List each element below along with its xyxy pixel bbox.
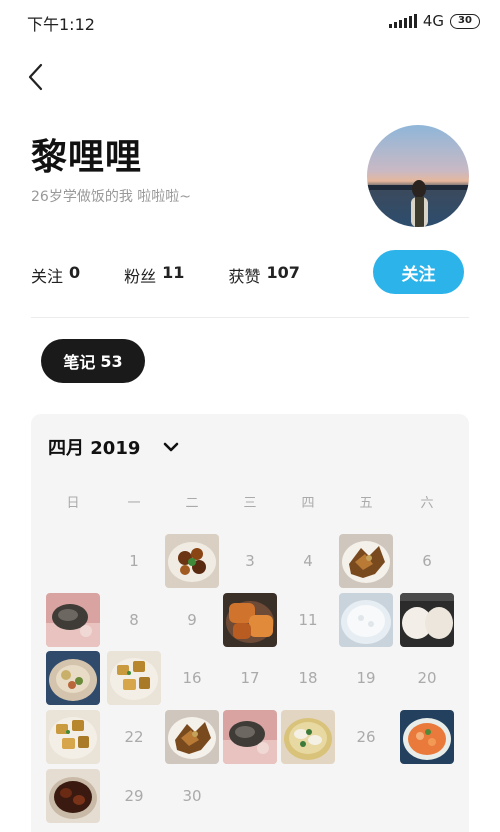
day-photo-glazed-pork[interactable] (223, 593, 277, 647)
day-photo-braised-meat[interactable] (165, 534, 219, 588)
stat-label: 粉丝 (124, 267, 157, 286)
back-icon[interactable] (24, 60, 50, 94)
tab-notes[interactable]: 笔记 53 (41, 339, 145, 383)
stat-value: 107 (266, 263, 300, 282)
stat-following[interactable]: 关注 0 (31, 263, 80, 287)
tab-notes-count: 53 (100, 351, 123, 371)
stat-label: 关注 (31, 267, 64, 286)
day-photo-rice[interactable] (339, 593, 393, 647)
follow-button[interactable]: 关注 (373, 250, 464, 294)
day-photo-cola-wings[interactable] (46, 769, 100, 823)
day-photo-stir-fry[interactable] (165, 710, 219, 764)
day-photo-noodles[interactable] (46, 651, 100, 705)
battery-icon: 30 (450, 13, 480, 29)
day-cell[interactable]: 29 (107, 769, 161, 823)
day-photo-stir-fry[interactable] (339, 534, 393, 588)
month-selector[interactable]: 四月 2019 (48, 434, 180, 460)
divider (31, 317, 469, 318)
day-photo-fish[interactable] (46, 593, 100, 647)
calendar-card: 四月 2019 日 一 二 三 四 五 六 1 3 4 6 8 9 11 16 17 18 19 20 22 26 29… (31, 414, 469, 832)
day-cell[interactable]: 6 (400, 534, 454, 588)
network-label: 4G (422, 12, 444, 30)
profile-name: 黎哩哩 (31, 137, 143, 178)
day-cell[interactable]: 16 (165, 651, 219, 705)
signal-icon (388, 14, 417, 28)
profile-stats: 关注 0 粉丝 11 获赞 107 (31, 263, 344, 287)
weekday-label: 一 (127, 496, 141, 511)
weekday-label: 四 (301, 496, 315, 511)
day-cell[interactable]: 30 (165, 769, 219, 823)
tab-notes-label: 笔记 (63, 353, 96, 372)
stat-value: 0 (69, 263, 81, 282)
day-cell[interactable]: 8 (107, 593, 161, 647)
month-label: 四月 2019 (48, 438, 141, 459)
day-cell[interactable]: 4 (281, 534, 335, 588)
day-photo-potatoes[interactable] (107, 651, 161, 705)
weekday-label: 日 (66, 496, 80, 511)
day-cell[interactable]: 22 (107, 710, 161, 764)
profile-bio: 26岁学做饭的我 啦啦啦~ (31, 189, 191, 205)
status-icons: 4G 30 (388, 12, 480, 30)
day-cell[interactable]: 19 (339, 651, 393, 705)
day-photo-fish[interactable] (223, 710, 277, 764)
status-bar: 下午1:12 4G 30 (0, 0, 500, 42)
day-cell[interactable]: 11 (281, 593, 335, 647)
weekday-label: 三 (243, 496, 257, 511)
stat-label: 获赞 (228, 267, 261, 286)
day-cell[interactable]: 1 (107, 534, 161, 588)
stat-value: 11 (162, 263, 185, 282)
weekday-label: 五 (359, 496, 373, 511)
day-photo-soup[interactable] (400, 710, 454, 764)
day-cell[interactable]: 17 (223, 651, 277, 705)
day-cell[interactable]: 18 (281, 651, 335, 705)
stat-likes: 获赞 107 (228, 263, 299, 287)
day-cell[interactable]: 26 (339, 710, 393, 764)
chevron-down-icon (164, 442, 179, 452)
day-photo-potatoes[interactable] (46, 710, 100, 764)
day-photo-buns[interactable] (400, 593, 454, 647)
day-cell[interactable]: 9 (165, 593, 219, 647)
status-time: 下午1:12 (27, 15, 95, 34)
stat-followers[interactable]: 粉丝 11 (124, 263, 184, 287)
day-photo-dumplings[interactable] (281, 710, 335, 764)
avatar[interactable] (367, 125, 469, 227)
day-cell[interactable]: 20 (400, 651, 454, 705)
weekday-label: 六 (420, 496, 434, 511)
weekday-label: 二 (185, 496, 199, 511)
day-cell[interactable]: 3 (223, 534, 277, 588)
